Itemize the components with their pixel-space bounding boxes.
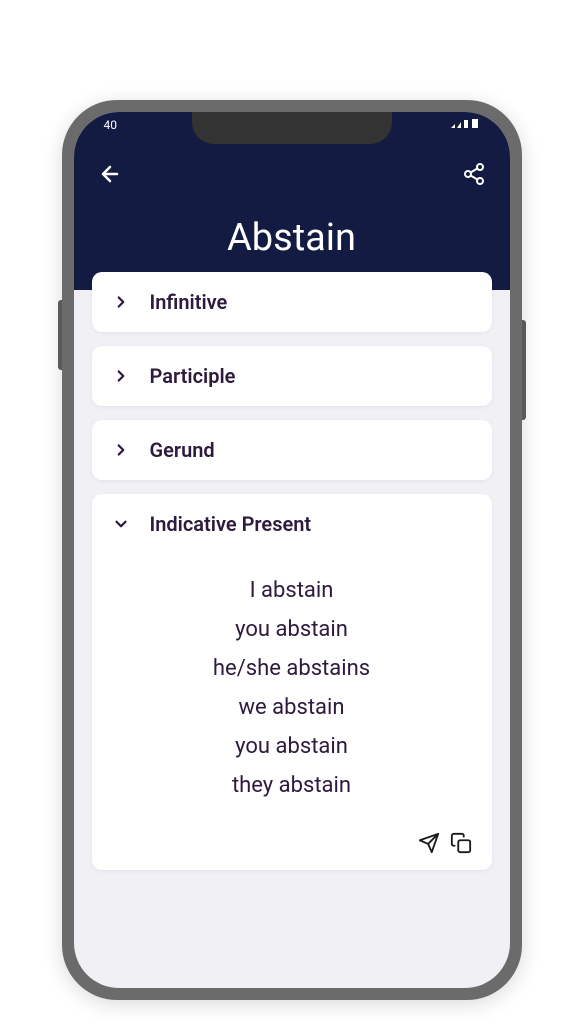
section-participle-label: Participle <box>150 364 236 388</box>
section-participle: Participle <box>92 346 492 406</box>
conjugation-line: we abstain <box>112 695 472 720</box>
section-infinitive-header[interactable]: Infinitive <box>92 272 492 332</box>
section-gerund: Gerund <box>92 420 492 480</box>
copy-button[interactable] <box>450 832 472 854</box>
section-indicative-present-label: Indicative Present <box>150 512 312 536</box>
conjugation-line: you abstain <box>112 617 472 642</box>
section-indicative-present: Indicative Present I abstain you abstain… <box>92 494 492 870</box>
conjugation-line: they abstain <box>112 773 472 798</box>
section-infinitive: Infinitive <box>92 272 492 332</box>
chevron-right-icon <box>112 293 130 311</box>
status-icons <box>450 118 480 133</box>
section-gerund-label: Gerund <box>150 438 215 462</box>
send-button[interactable] <box>418 832 440 854</box>
back-button[interactable] <box>98 162 122 186</box>
phone-frame: 40 Abstain Infi <box>62 100 522 1000</box>
phone-side-button-left <box>58 300 62 370</box>
status-time: 40 <box>104 118 118 133</box>
conjugation-line: I abstain <box>112 578 472 603</box>
section-infinitive-label: Infinitive <box>150 290 228 314</box>
phone-side-button-right <box>522 320 526 420</box>
conjugation-line: he/she abstains <box>112 656 472 681</box>
section-gerund-header[interactable]: Gerund <box>92 420 492 480</box>
screen: 40 Abstain Infi <box>74 112 510 988</box>
page-title: Abstain <box>74 216 510 260</box>
share-button[interactable] <box>462 162 486 186</box>
chevron-right-icon <box>112 367 130 385</box>
notch <box>192 112 392 144</box>
section-indicative-present-body: I abstain you abstain he/she abstains we… <box>92 554 492 832</box>
header-top <box>74 162 510 186</box>
conjugation-line: you abstain <box>112 734 472 759</box>
section-participle-header[interactable]: Participle <box>92 346 492 406</box>
card-actions <box>92 832 492 870</box>
section-indicative-present-header[interactable]: Indicative Present <box>92 494 492 554</box>
chevron-right-icon <box>112 441 130 459</box>
chevron-down-icon <box>112 515 130 533</box>
content: Infinitive Participle Gerund <box>74 272 510 870</box>
